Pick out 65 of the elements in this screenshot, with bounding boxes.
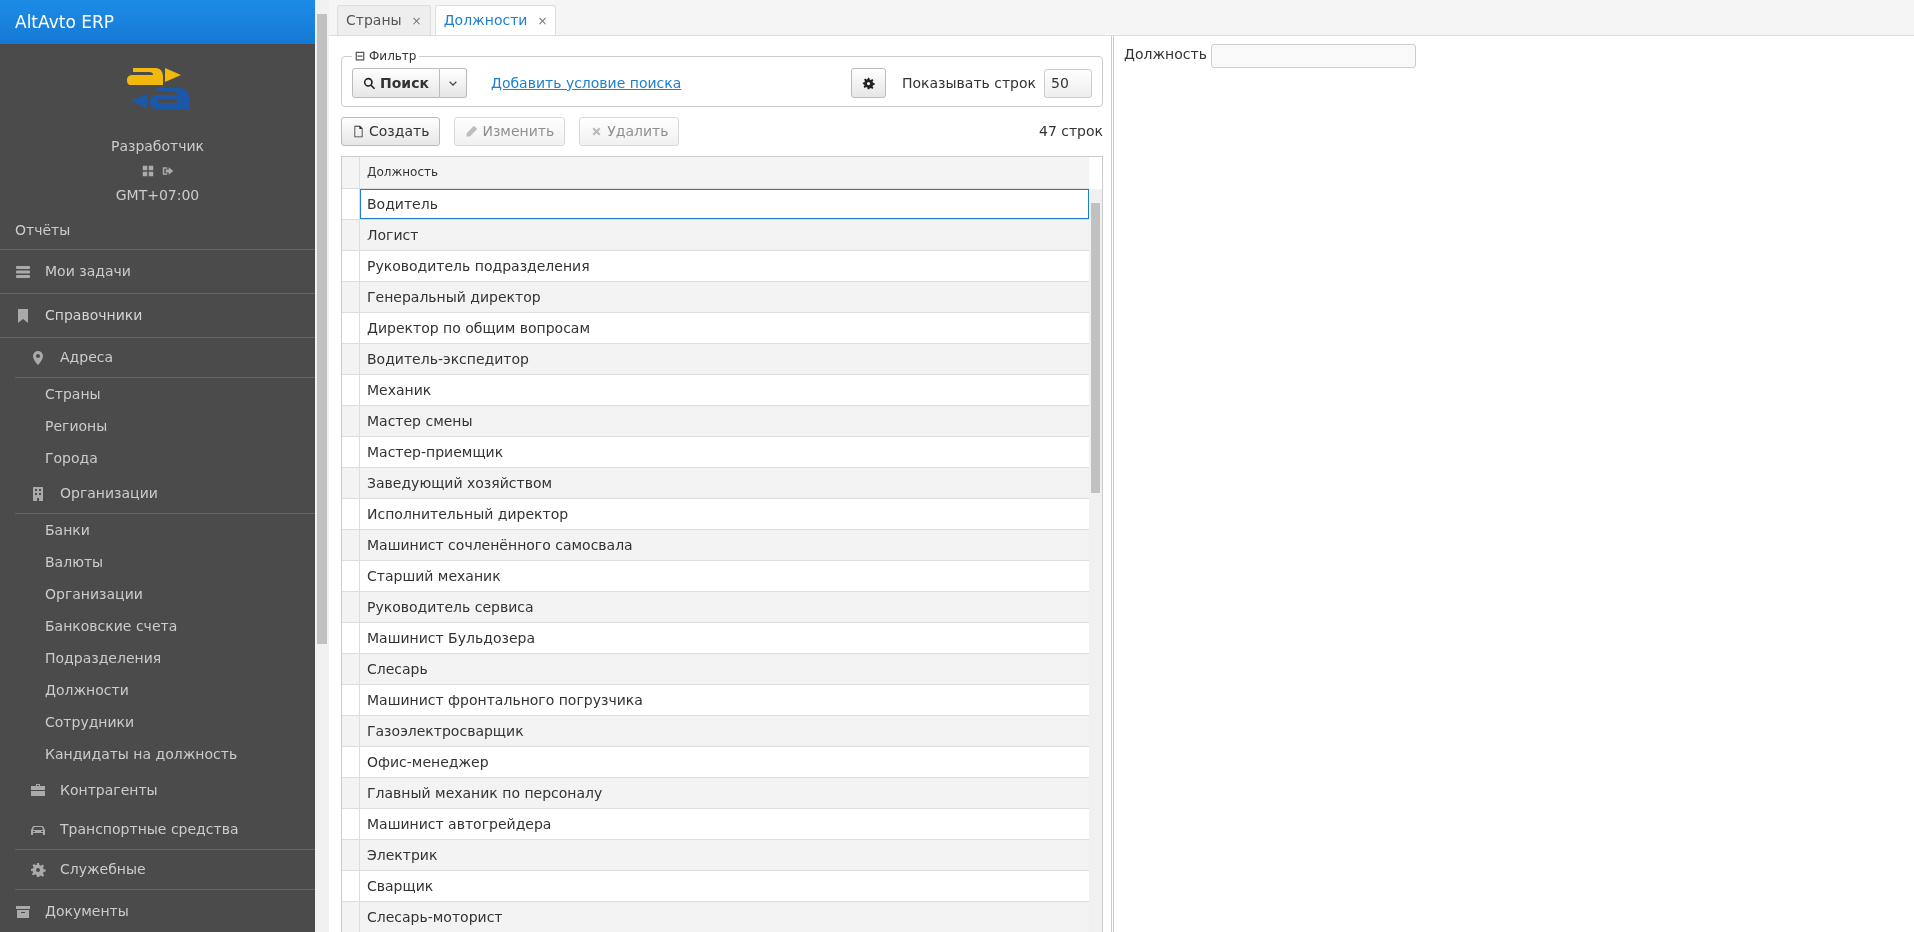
sidebar-item[interactable]: Валюты (0, 547, 315, 578)
rows-per-page-label: Показывать строк (901, 73, 1036, 93)
sidebar-item[interactable]: Города (0, 443, 315, 474)
table-cell[interactable]: Сварщик (360, 871, 1089, 901)
gear-icon (30, 861, 46, 878)
app-title: AltAvto ERP (0, 0, 315, 44)
sidebar-item[interactable]: Контрагенты (15, 770, 315, 810)
sidebar-item[interactable]: Банковские счета (0, 611, 315, 642)
close-icon[interactable]: × (537, 11, 548, 30)
sidebar-item[interactable]: Мои задачи (0, 250, 315, 294)
archive-icon (15, 903, 31, 920)
tab[interactable]: Должности × (434, 5, 557, 35)
scrollbar[interactable] (1089, 189, 1102, 932)
search-button[interactable]: Поиск (352, 68, 440, 98)
table-cell[interactable]: Исполнительный директор (360, 499, 1089, 529)
sidebar-item[interactable]: Сотрудники (0, 707, 315, 738)
sidebar-item[interactable]: Адреса (15, 338, 315, 378)
building-icon (30, 485, 46, 502)
table-cell[interactable]: Машинист автогрейдера (360, 809, 1089, 839)
sidebar-item[interactable]: Организации (0, 579, 315, 610)
map-pin-icon (30, 349, 46, 366)
table-cell[interactable]: Машинист Бульдозера (360, 623, 1089, 653)
settings-icon (861, 77, 875, 90)
sidebar-item[interactable]: Служебные (15, 850, 315, 890)
position-field[interactable] (1210, 44, 1416, 68)
sidebar-item[interactable]: Отчёты (0, 220, 315, 250)
rows-per-page-select[interactable]: 50 (1044, 68, 1092, 98)
user-name: Разработчик (109, 137, 206, 156)
table-cell[interactable]: Руководитель подразделения (360, 251, 1089, 281)
field-label: Должность (1124, 45, 1207, 64)
close-icon[interactable]: × (411, 11, 422, 30)
tab[interactable]: Страны × (337, 5, 431, 35)
grid-icon[interactable] (141, 165, 154, 177)
logo-icon (126, 66, 189, 110)
sidebar-item[interactable]: Должности (0, 675, 315, 706)
pencil-icon (465, 125, 479, 138)
bookmark-icon (15, 307, 31, 324)
table-cell[interactable]: Механик (360, 375, 1089, 405)
sidebar-item[interactable]: Страны (0, 379, 315, 410)
filter-title: Фильтр (369, 50, 417, 62)
logout-icon[interactable] (161, 165, 174, 177)
settings-button[interactable] (850, 68, 886, 98)
row-count: 47 строк (1038, 122, 1103, 141)
table-cell[interactable]: Старший механик (360, 561, 1089, 591)
create-button[interactable]: Создать (341, 117, 441, 146)
scrollbar[interactable] (315, 0, 329, 932)
collapse-icon[interactable] (355, 51, 365, 61)
search-icon (363, 76, 376, 90)
list-icon (15, 263, 31, 280)
table-cell[interactable]: Офис-менеджер (360, 747, 1089, 777)
table-cell[interactable]: Мастер-приемщик (360, 437, 1089, 467)
sidebar-item[interactable]: Подразделения (0, 643, 315, 674)
sidebar-item[interactable]: Справочники (0, 294, 315, 338)
timezone: GMT+07:00 (114, 186, 201, 205)
sidebar-item[interactable]: Организации (15, 474, 315, 514)
sidebar-item[interactable]: Кандидаты на должность (0, 739, 315, 770)
add-condition-link[interactable]: Добавить условие поиска (490, 72, 682, 94)
file-icon (352, 125, 365, 138)
sidebar-item[interactable]: Банки (0, 515, 315, 546)
sidebar-item[interactable]: Регионы (0, 411, 315, 442)
table-cell[interactable]: Водитель (360, 189, 1089, 219)
table-cell[interactable]: Машинист фронтального погрузчика (360, 685, 1089, 715)
table-cell[interactable]: Директор по общим вопросам (360, 313, 1089, 343)
briefcase-icon (30, 782, 46, 798)
sidebar-item[interactable]: Транспортные средства (15, 810, 315, 850)
